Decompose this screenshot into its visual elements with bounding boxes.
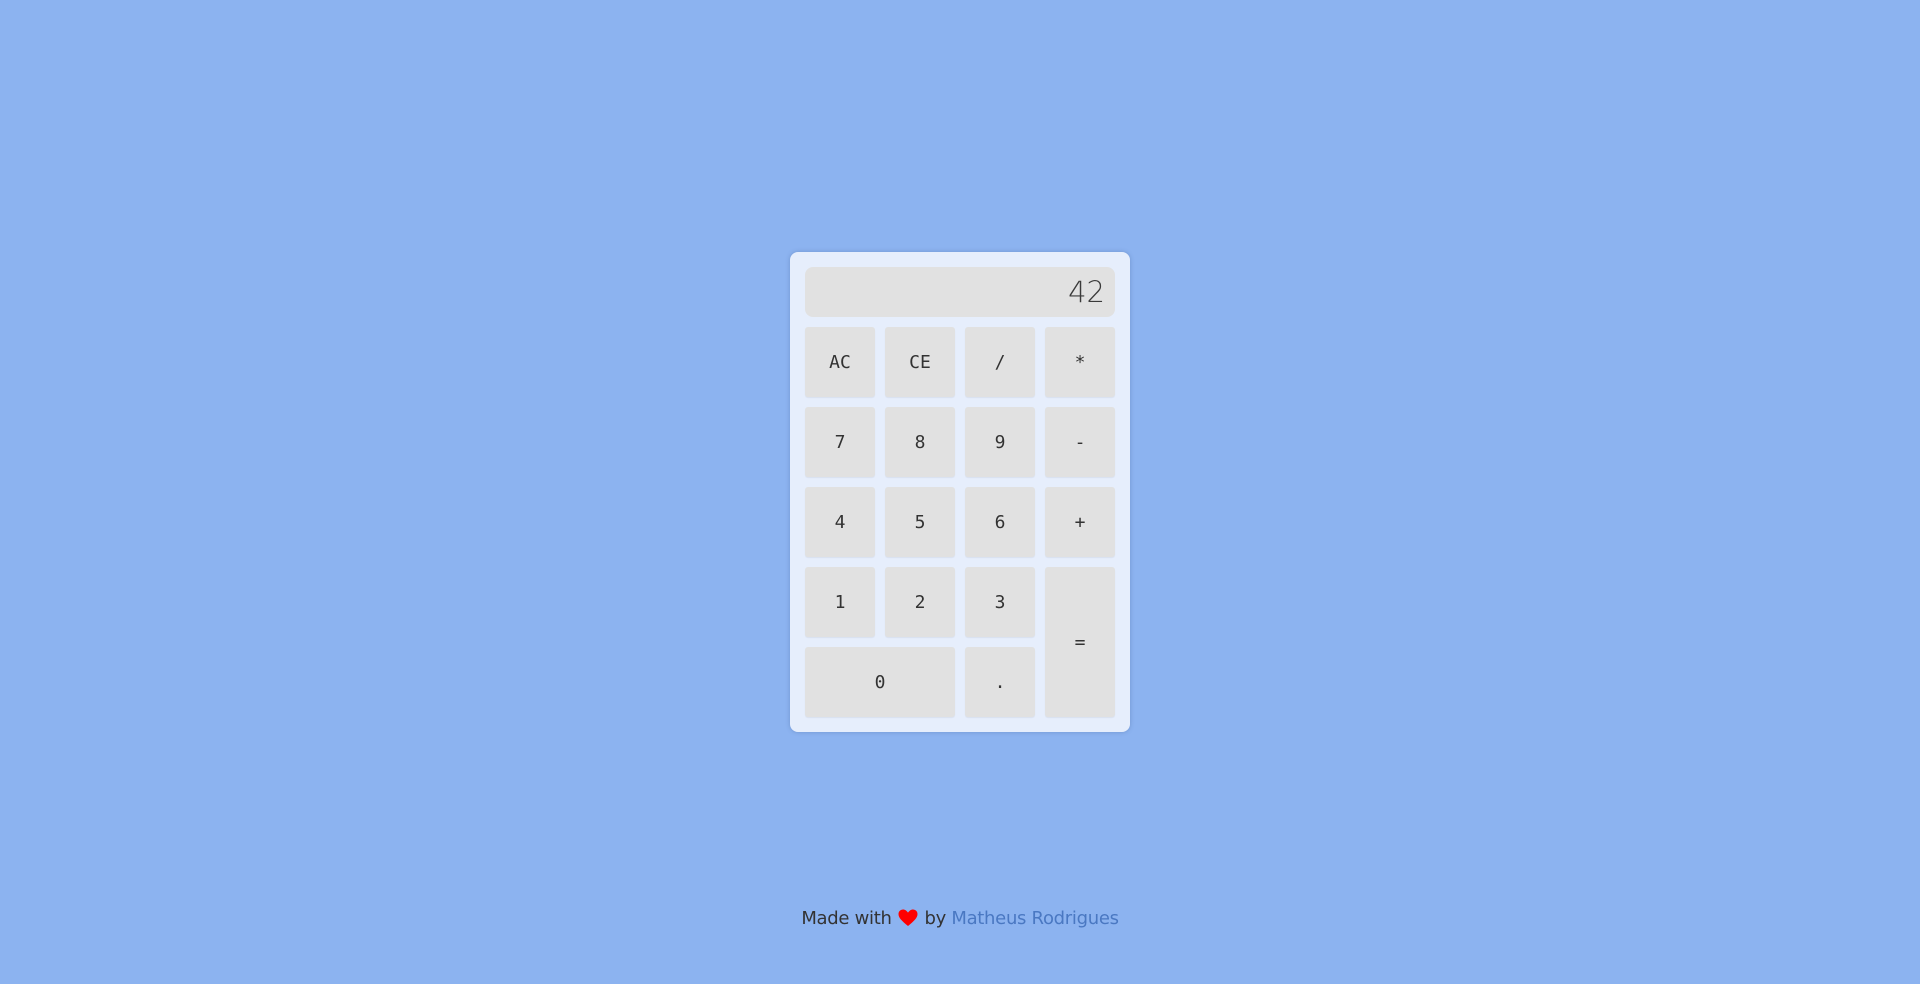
divide-button[interactable]: / — [965, 327, 1035, 397]
equals-button[interactable]: = — [1045, 567, 1115, 717]
plus-button[interactable]: + — [1045, 487, 1115, 557]
digit-8-button[interactable]: 8 — [885, 407, 955, 477]
clear-entry-button[interactable]: CE — [885, 327, 955, 397]
digit-4-button[interactable]: 4 — [805, 487, 875, 557]
digit-7-button[interactable]: 7 — [805, 407, 875, 477]
digit-0-button[interactable]: 0 — [805, 647, 955, 717]
footer: Made with by Matheus Rodrigues — [0, 908, 1920, 929]
digit-6-button[interactable]: 6 — [965, 487, 1035, 557]
calculator: 42 AC CE / * 7 8 9 - 4 5 6 + 1 2 3 = 0 . — [790, 252, 1130, 732]
digit-1-button[interactable]: 1 — [805, 567, 875, 637]
digit-9-button[interactable]: 9 — [965, 407, 1035, 477]
digit-2-button[interactable]: 2 — [885, 567, 955, 637]
page: 42 AC CE / * 7 8 9 - 4 5 6 + 1 2 3 = 0 .… — [0, 0, 1920, 984]
digit-5-button[interactable]: 5 — [885, 487, 955, 557]
minus-button[interactable]: - — [1045, 407, 1115, 477]
footer-made-with-text: Made with — [801, 908, 892, 929]
calculator-display: 42 — [805, 267, 1115, 317]
multiply-button[interactable]: * — [1045, 327, 1115, 397]
heart-icon — [898, 909, 918, 927]
all-clear-button[interactable]: AC — [805, 327, 875, 397]
decimal-button[interactable]: . — [965, 647, 1035, 717]
footer-by-text: by — [924, 908, 946, 929]
digit-3-button[interactable]: 3 — [965, 567, 1035, 637]
author-link[interactable]: Matheus Rodrigues — [951, 908, 1119, 929]
